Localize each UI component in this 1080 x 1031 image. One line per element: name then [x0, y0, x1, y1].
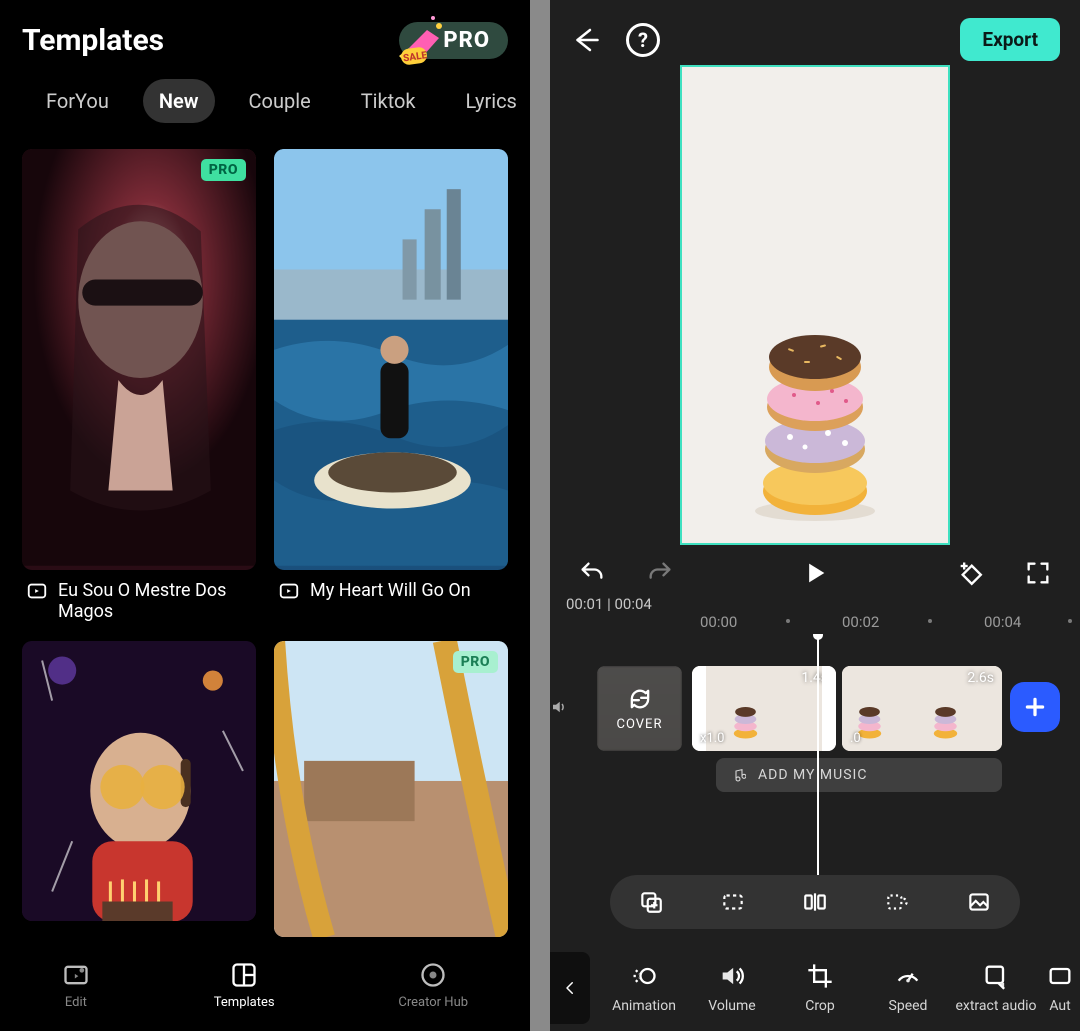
templates-header: Templates SALE PRO: [0, 0, 530, 63]
tab-new[interactable]: New: [143, 79, 215, 123]
template-thumbnail: [22, 149, 256, 570]
templates-title: Templates: [22, 23, 164, 58]
tab-tiktok[interactable]: Tiktok: [345, 79, 432, 123]
timeline[interactable]: COVER 1.4s x1.0: [550, 634, 1080, 875]
mute-icon[interactable]: [550, 698, 568, 720]
add-music-label: ADD MY MUSIC: [758, 767, 867, 783]
template-card[interactable]: PRO: [274, 641, 508, 937]
cover-clip[interactable]: COVER: [597, 666, 682, 751]
nav-templates[interactable]: Templates: [214, 961, 275, 1010]
tool-crop[interactable]: Crop: [776, 962, 864, 1014]
templates-pane: Templates SALE PRO ForYou New Couple Tik…: [0, 0, 530, 1031]
editor-header: ? Export: [550, 0, 1080, 61]
template-thumbnail: [274, 641, 508, 937]
template-title: My Heart Will Go On: [310, 580, 471, 602]
timeline-ruler[interactable]: 00:00 00:02 00:04: [550, 613, 1080, 634]
template-card[interactable]: [22, 641, 256, 937]
clip-handle-right[interactable]: [822, 666, 836, 751]
megaphone-sale-icon: SALE: [389, 8, 453, 72]
video-clip[interactable]: 2.6s .0: [842, 666, 1002, 751]
ruler-tick: 00:04: [984, 613, 1021, 631]
help-button[interactable]: ?: [626, 23, 660, 57]
nav-label: Edit: [65, 995, 87, 1010]
playback-controls: [550, 551, 1080, 589]
ruler-tick: 00:00: [700, 613, 737, 631]
refresh-icon: [626, 685, 654, 713]
back-button[interactable]: [570, 25, 600, 55]
clip-action-toolbar: [610, 875, 1020, 929]
music-note-icon: [730, 767, 746, 783]
tool-more[interactable]: Aut: [1040, 962, 1080, 1014]
tool-label: extract audio: [955, 998, 1036, 1014]
fullscreen-button[interactable]: [1024, 559, 1052, 587]
ruler-tick: 00:02: [842, 613, 879, 631]
mirror-icon[interactable]: [802, 889, 828, 915]
tool-volume[interactable]: Volume: [688, 962, 776, 1014]
export-button[interactable]: Export: [960, 18, 1060, 61]
ruler-dot: [786, 619, 790, 623]
tool-label: Crop: [805, 998, 835, 1014]
preview-area: [550, 61, 1080, 551]
nav-label: Templates: [214, 995, 275, 1010]
editor-pane: ? Export: [550, 0, 1080, 1031]
video-clip[interactable]: 1.4s x1.0: [692, 666, 836, 751]
nav-label: Creator Hub: [398, 995, 468, 1010]
template-type-icon: [278, 580, 300, 602]
keyframe-button[interactable]: [956, 559, 984, 587]
playhead[interactable]: [817, 634, 819, 875]
pane-divider: [530, 0, 550, 1031]
tool-animation[interactable]: Animation: [600, 962, 688, 1014]
tools-collapse-button[interactable]: [550, 952, 590, 1024]
template-thumbnail: [22, 641, 256, 921]
svg-text:SALE: SALE: [403, 50, 429, 64]
tool-speed[interactable]: Speed: [864, 962, 952, 1014]
redo-button[interactable]: [646, 559, 674, 587]
template-type-icon: [26, 580, 48, 602]
preview-frame[interactable]: [680, 65, 950, 545]
pro-sale-button[interactable]: SALE PRO: [399, 22, 508, 59]
preview-content: [750, 291, 880, 521]
tab-foryou[interactable]: ForYou: [30, 79, 125, 123]
play-button[interactable]: [801, 559, 829, 587]
cover-label: COVER: [617, 717, 663, 732]
tab-couple[interactable]: Couple: [233, 79, 327, 123]
tab-lyrics[interactable]: Lyrics: [450, 79, 533, 123]
tool-extract-audio[interactable]: extract audio: [952, 962, 1040, 1014]
category-tabs: ForYou New Couple Tiktok Lyrics: [0, 63, 530, 131]
image-icon[interactable]: [966, 889, 992, 915]
template-card[interactable]: My Heart Will Go On: [274, 149, 508, 623]
pro-badge: PRO: [201, 159, 246, 181]
nav-edit[interactable]: Edit: [62, 961, 90, 1010]
time-position: 00:01 | 00:04: [550, 589, 1080, 613]
add-clip-button[interactable]: [1010, 682, 1060, 732]
duplicate-icon[interactable]: [638, 889, 664, 915]
template-thumbnail: [274, 149, 508, 570]
nav-creator-hub[interactable]: Creator Hub: [398, 961, 468, 1010]
clip-rate: x1.0: [700, 731, 725, 746]
template-card[interactable]: PRO Eu Sou O Mestre Dos Magos: [22, 149, 256, 623]
bottom-nav: Edit Templates Creator Hub: [0, 939, 530, 1031]
template-grid: PRO Eu Sou O Mestre Dos Magos: [0, 131, 530, 937]
ruler-dot: [1068, 619, 1072, 623]
ruler-dot: [928, 619, 932, 623]
tool-label: Aut: [1049, 998, 1070, 1014]
tool-label: Volume: [708, 998, 755, 1014]
bottom-tools: Animation Volume Crop Speed extract audi…: [550, 945, 1080, 1031]
tool-label: Speed: [889, 998, 928, 1014]
split-icon[interactable]: [720, 889, 746, 915]
trim-right-icon[interactable]: [884, 889, 910, 915]
template-title: Eu Sou O Mestre Dos Magos: [58, 580, 252, 623]
pro-badge: PRO: [453, 651, 498, 673]
tool-label: Animation: [612, 998, 676, 1014]
add-music-track[interactable]: ADD MY MUSIC: [716, 758, 1002, 792]
clip-strip: 1.4s x1.0 2.6s .0: [692, 666, 1002, 751]
clip-rate: .0: [850, 731, 861, 746]
undo-button[interactable]: [578, 559, 606, 587]
clip-duration: 2.6s: [967, 670, 994, 686]
